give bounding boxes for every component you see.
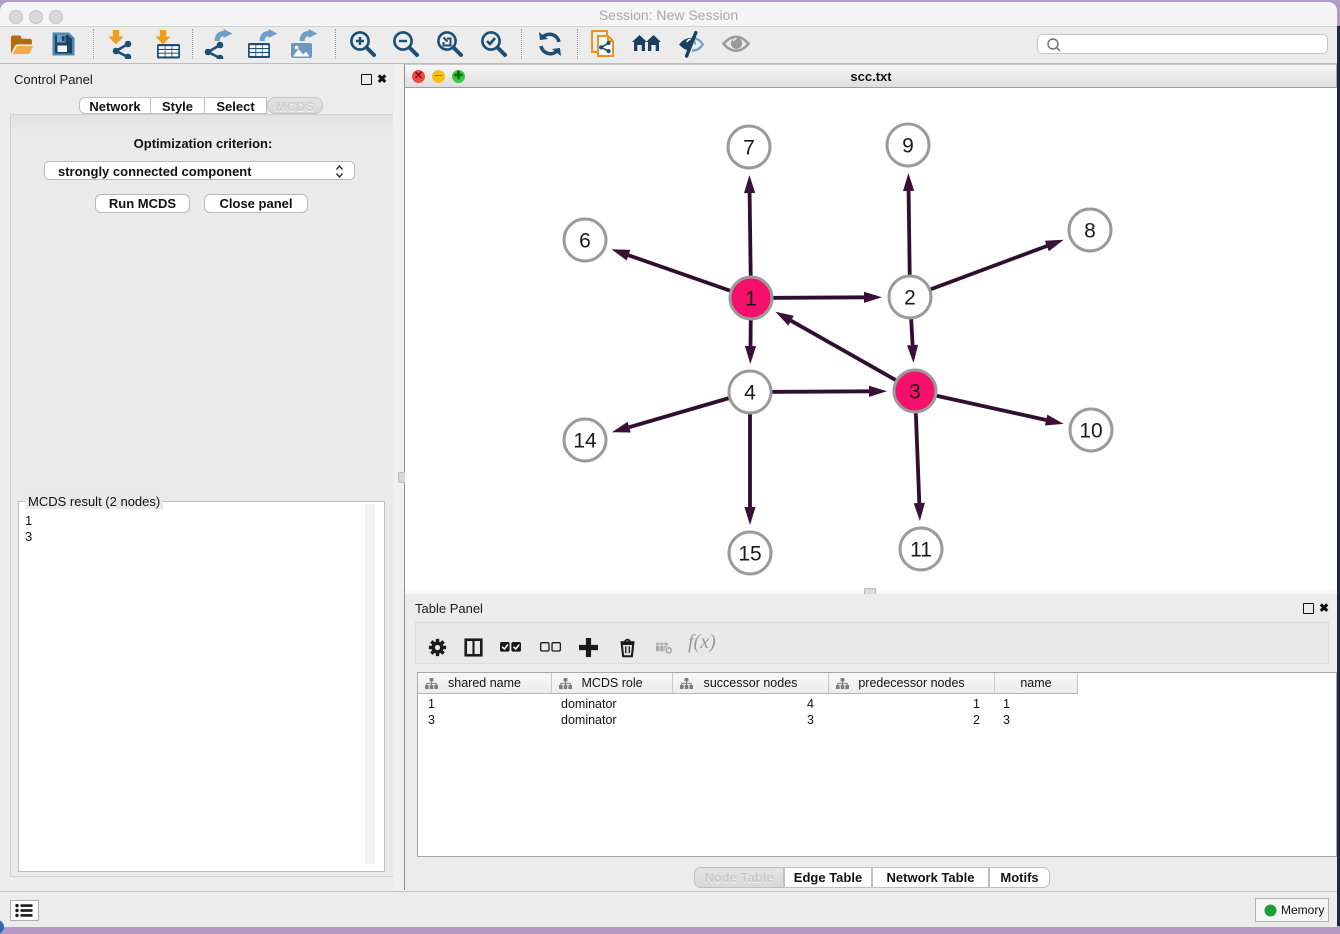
svg-text:1: 1	[745, 288, 757, 311]
svg-text:4: 4	[744, 382, 756, 405]
svg-text:11: 11	[910, 539, 932, 562]
svg-text:7: 7	[743, 137, 755, 160]
svg-text:15: 15	[738, 543, 761, 566]
svg-text:14: 14	[573, 430, 597, 453]
svg-text:9: 9	[902, 135, 914, 158]
svg-text:10: 10	[1079, 420, 1102, 443]
svg-text:2: 2	[904, 287, 916, 310]
svg-text:8: 8	[1084, 220, 1096, 243]
svg-text:3: 3	[909, 381, 921, 404]
svg-text:6: 6	[579, 230, 591, 253]
